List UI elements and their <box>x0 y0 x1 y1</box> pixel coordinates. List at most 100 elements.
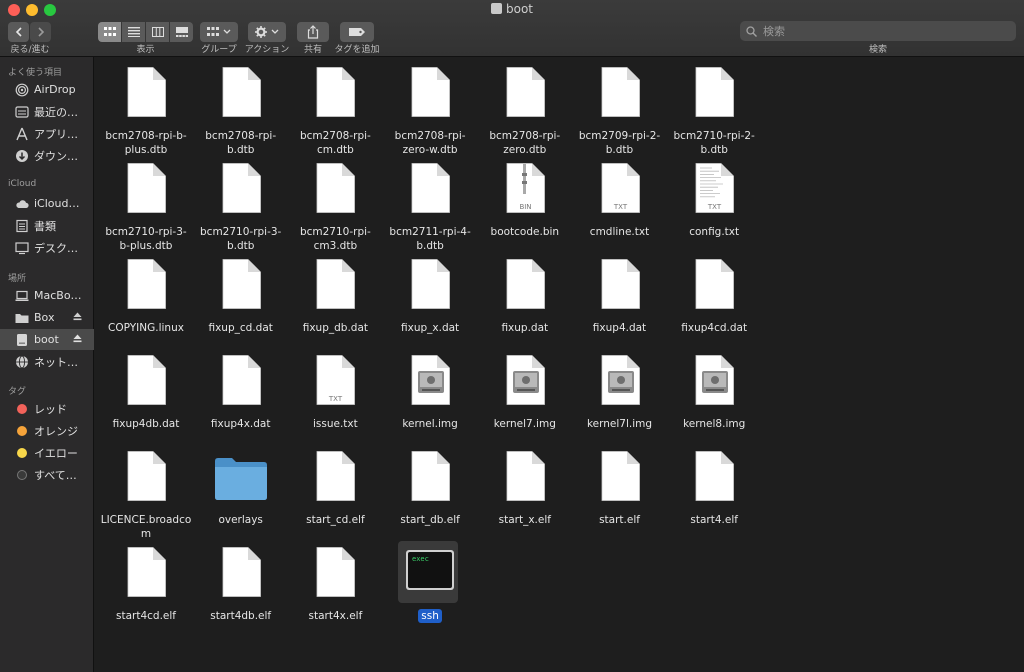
terminal-exec-icon: exec <box>406 550 455 590</box>
file-item[interactable]: start4cd.elf <box>98 547 194 637</box>
add-tag-button[interactable] <box>340 22 374 42</box>
search-icon <box>746 25 757 37</box>
sidebar-item-applications[interactable]: アプリ… <box>0 123 94 144</box>
file-icon-wrapper <box>315 547 356 597</box>
file-item[interactable]: bcm2710-rpi-cm3.dtb <box>287 163 383 253</box>
search-field[interactable] <box>740 21 1016 41</box>
file-name: start4x.elf <box>287 609 383 623</box>
sidebar-item-documents[interactable]: 書類 <box>0 215 94 236</box>
file-item[interactable]: bcm2708-rpi-zero-w.dtb <box>382 67 478 157</box>
file-item[interactable]: start4.elf <box>666 451 762 541</box>
file-item[interactable]: kernel8.img <box>666 355 762 445</box>
action-button[interactable] <box>248 22 286 42</box>
sidebar-item-airdrop[interactable]: AirDrop <box>0 79 94 100</box>
file-name-line: start4.elf <box>690 514 738 526</box>
file-name-line: kernel7l.img <box>586 418 653 430</box>
file-icon-wrapper <box>694 451 735 501</box>
sidebar-item-label: ダウン… <box>34 149 78 163</box>
sidebar-item-network[interactable]: ネット… <box>0 351 94 372</box>
file-item[interactable]: fixup.dat <box>477 259 573 349</box>
list-view-button[interactable] <box>122 22 145 42</box>
file-item[interactable]: fixup4.dat <box>572 259 668 349</box>
gallery-view-button[interactable] <box>170 22 193 42</box>
sidebar-tag-all[interactable]: すべて… <box>0 464 94 485</box>
document-file-icon <box>506 67 545 117</box>
back-button[interactable] <box>8 22 29 42</box>
file-item[interactable]: bcm2708-rpi-b-plus.dtb <box>98 67 194 157</box>
file-name: fixup_x.dat <box>382 321 478 335</box>
window-title: boot <box>0 2 1024 16</box>
file-item[interactable]: fixup4cd.dat <box>666 259 762 349</box>
sidebar-item-label: iCloud… <box>34 197 80 210</box>
file-name: kernel8.img <box>666 417 762 431</box>
file-icon-wrapper <box>600 355 640 405</box>
forward-button[interactable] <box>30 22 51 42</box>
file-item[interactable]: start4x.elf <box>287 547 383 637</box>
eject-icon[interactable] <box>73 334 82 343</box>
file-item[interactable]: bcm2709-rpi-2- b.dtb <box>572 67 668 157</box>
sidebar-tag-red[interactable]: レッド <box>0 398 94 419</box>
document-file-icon <box>316 67 356 117</box>
drive-icon <box>490 3 502 14</box>
file-name-line: overlays <box>218 514 263 526</box>
sidebar-item-macbook[interactable]: MacBo… <box>0 285 94 306</box>
file-item[interactable]: TXT cmdline.txt <box>572 163 668 253</box>
file-name: fixup.dat <box>477 321 573 335</box>
file-item[interactable]: exec ssh <box>382 541 478 637</box>
document-file-icon <box>127 547 166 597</box>
file-name: bcm2710-rpi-2- b.dtb <box>666 129 762 157</box>
file-icon-wrapper <box>214 451 267 501</box>
file-item[interactable]: bcm2710-rpi-3- b.dtb <box>193 163 289 253</box>
file-item[interactable]: kernel.img <box>382 355 478 445</box>
file-item[interactable]: fixup_x.dat <box>382 259 478 349</box>
sidebar-item-box[interactable]: Box <box>0 307 94 328</box>
file-item[interactable]: fixup4db.dat <box>98 355 194 445</box>
file-item[interactable]: bcm2711-rpi-4- b.dtb <box>382 163 478 253</box>
file-item[interactable]: start.elf <box>572 451 668 541</box>
file-item[interactable]: bcm2710-rpi-3- b-plus.dtb <box>98 163 194 253</box>
file-item[interactable]: start4db.elf <box>193 547 289 637</box>
drive-icon <box>15 333 29 347</box>
sidebar-item-desktop[interactable]: デスク… <box>0 237 94 258</box>
tag-dot <box>17 425 27 436</box>
sidebar-tag-yellow[interactable]: イエロー <box>0 442 94 463</box>
file-icon-wrapper: TXT <box>600 163 640 213</box>
column-view-button[interactable] <box>146 22 169 42</box>
file-item[interactable]: overlays <box>193 451 289 541</box>
file-item[interactable]: fixup_cd.dat <box>193 259 289 349</box>
file-item[interactable]: fixup4x.dat <box>193 355 289 445</box>
document-file-icon <box>695 67 735 117</box>
sidebar-item-boot[interactable]: boot <box>0 329 94 350</box>
file-item[interactable]: bcm2708-rpi-cm.dtb <box>287 67 383 157</box>
file-item[interactable]: TXT config.txt <box>666 163 762 253</box>
sidebar-item-icloud-drive[interactable]: iCloud… <box>0 193 94 214</box>
file-item[interactable]: start_x.elf <box>477 451 573 541</box>
file-item[interactable]: COPYING.linux <box>98 259 194 349</box>
file-item[interactable]: LICENCE.broadco m <box>98 451 194 541</box>
search-input[interactable] <box>761 23 1005 39</box>
file-item[interactable]: BIN bootcode.bin <box>477 163 573 253</box>
sidebar: よく使う項目 AirDrop 最近の… アプリ… ダウン… iCloud iCl… <box>0 57 94 672</box>
sidebar-item-recents[interactable]: 最近の… <box>0 101 94 122</box>
sidebar-tag-orange[interactable]: オレンジ <box>0 420 94 441</box>
share-button[interactable] <box>297 22 329 42</box>
file-item[interactable]: start_cd.elf <box>287 451 383 541</box>
file-name-line: b.dtb <box>416 240 444 252</box>
file-item[interactable]: bcm2708-rpi-b.dtb <box>193 67 289 157</box>
file-item[interactable]: fixup_db.dat <box>287 259 383 349</box>
group-button[interactable] <box>200 22 238 42</box>
file-item[interactable]: start_db.elf <box>382 451 478 541</box>
window-toolbar: boot 戻る/進む 表示 グループ アクション 共有 タグを追加 検索 検索 <box>0 0 1024 57</box>
eject-icon[interactable] <box>73 312 82 321</box>
sidebar-item-downloads[interactable]: ダウン… <box>0 145 94 166</box>
document-file-icon <box>222 355 261 405</box>
file-item[interactable]: bcm2708-rpi-zero.dtb <box>477 67 573 157</box>
nav-buttons <box>8 22 51 42</box>
file-item[interactable]: bcm2710-rpi-2- b.dtb <box>666 67 762 157</box>
file-item[interactable]: kernel7l.img <box>572 355 668 445</box>
file-item[interactable]: kernel7.img <box>477 355 573 445</box>
file-item[interactable]: TXT issue.txt <box>287 355 383 445</box>
sidebar-header-tags: タグ <box>8 387 27 397</box>
icon-view-button[interactable] <box>98 22 121 42</box>
document-file-icon <box>222 163 261 213</box>
